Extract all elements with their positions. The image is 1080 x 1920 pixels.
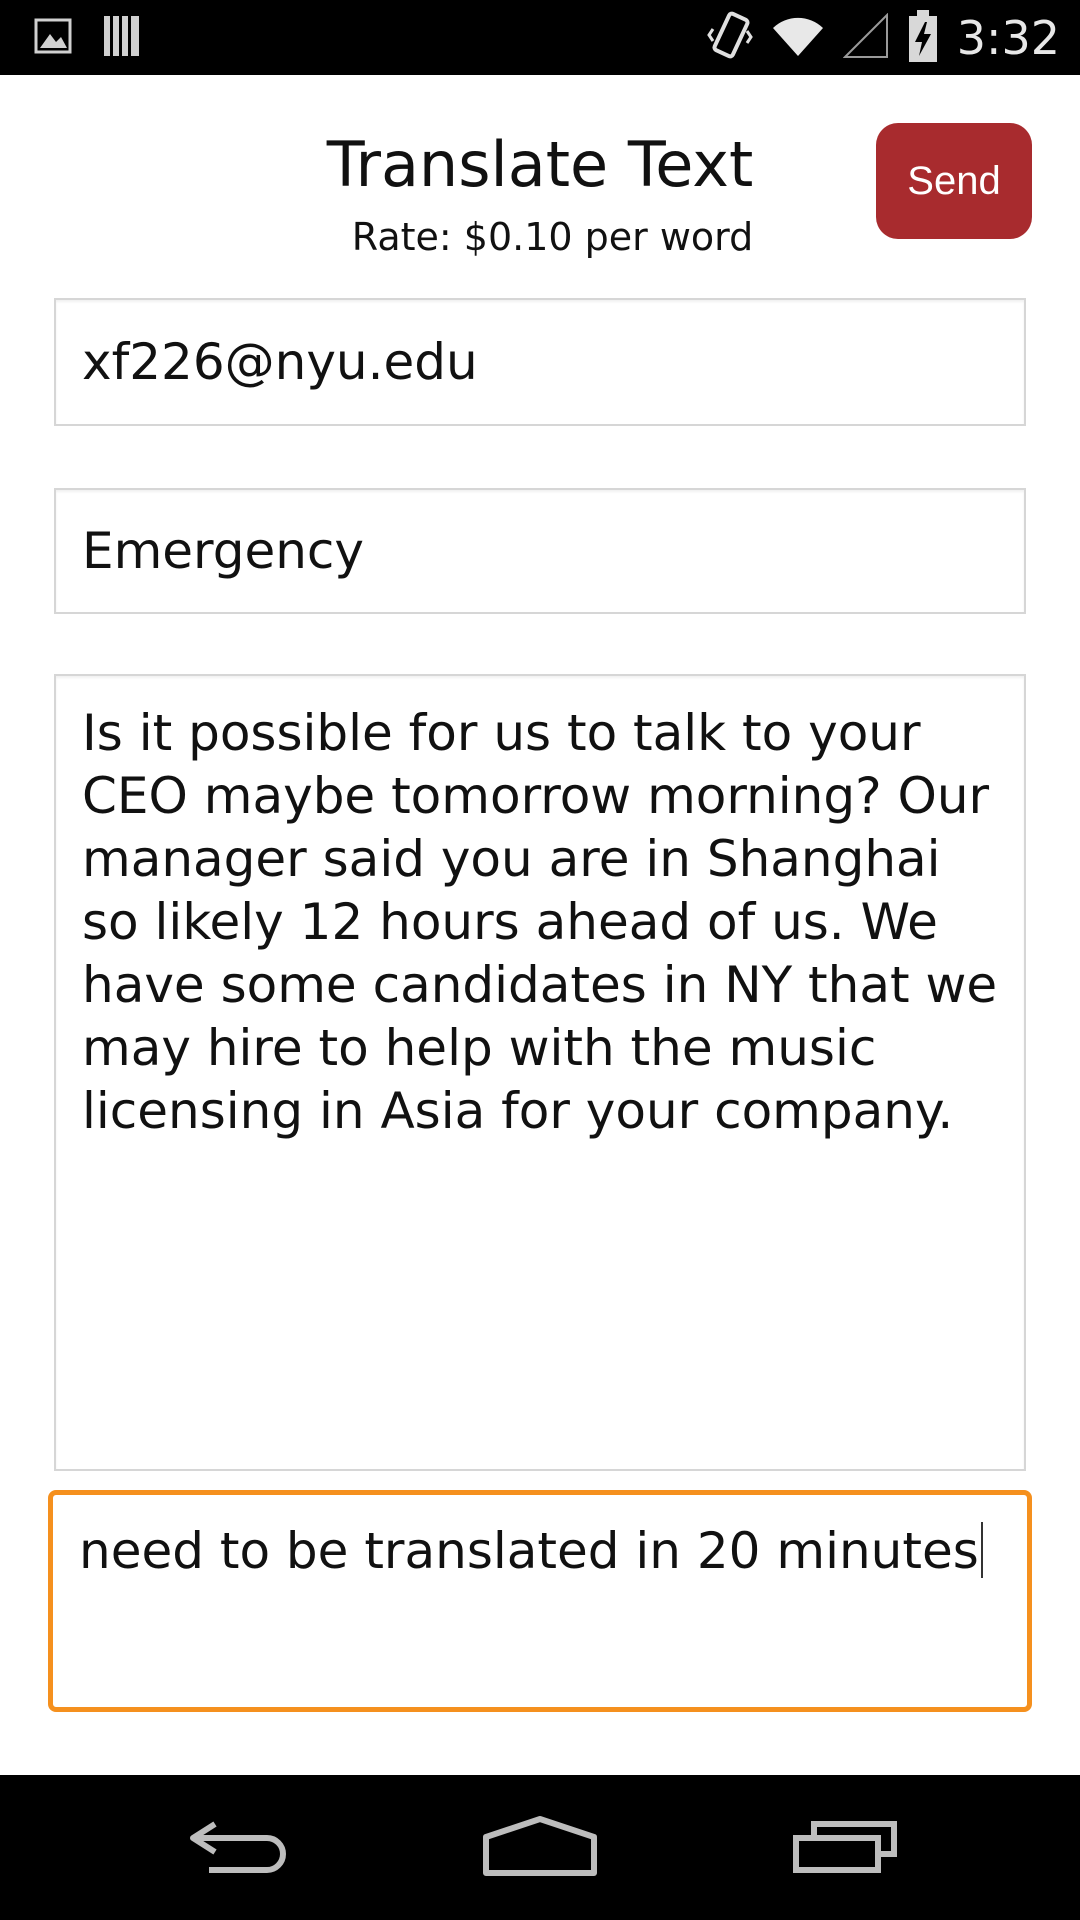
home-button[interactable] [430,1775,650,1920]
recent-apps-icon [792,1818,898,1878]
home-icon [482,1815,598,1881]
image-icon [34,18,72,58]
clock: 3:32 [956,11,1060,65]
note-field[interactable]: need to be translated in 20 minutes [48,1490,1032,1712]
send-button[interactable]: Send [876,123,1032,239]
wifi-icon [771,14,825,62]
header: Translate Text Rate: $0.10 per word Send [0,75,1080,285]
battery-icon [907,8,939,68]
message-body-field[interactable]: Is it possible for us to talk to your CE… [54,674,1026,1471]
text-cursor [980,1522,983,1578]
bars-icon [102,14,142,62]
system-icons: 3:32 [706,8,1060,68]
screen: 3:32 Translate Text Rate: $0.10 per word… [0,0,1080,1920]
note-text: need to be translated in 20 minutes [79,1522,979,1580]
status-bar: 3:32 [0,0,1080,75]
recent-apps-button[interactable] [735,1775,955,1920]
vibrate-icon [706,11,753,65]
back-icon [185,1816,295,1880]
back-button[interactable] [130,1775,350,1920]
notification-icons [34,14,142,62]
subject-field[interactable]: Emergency [54,488,1026,614]
email-field[interactable]: xf226@nyu.edu [54,298,1026,426]
navigation-bar [0,1775,1080,1920]
signal-icon [842,12,889,63]
